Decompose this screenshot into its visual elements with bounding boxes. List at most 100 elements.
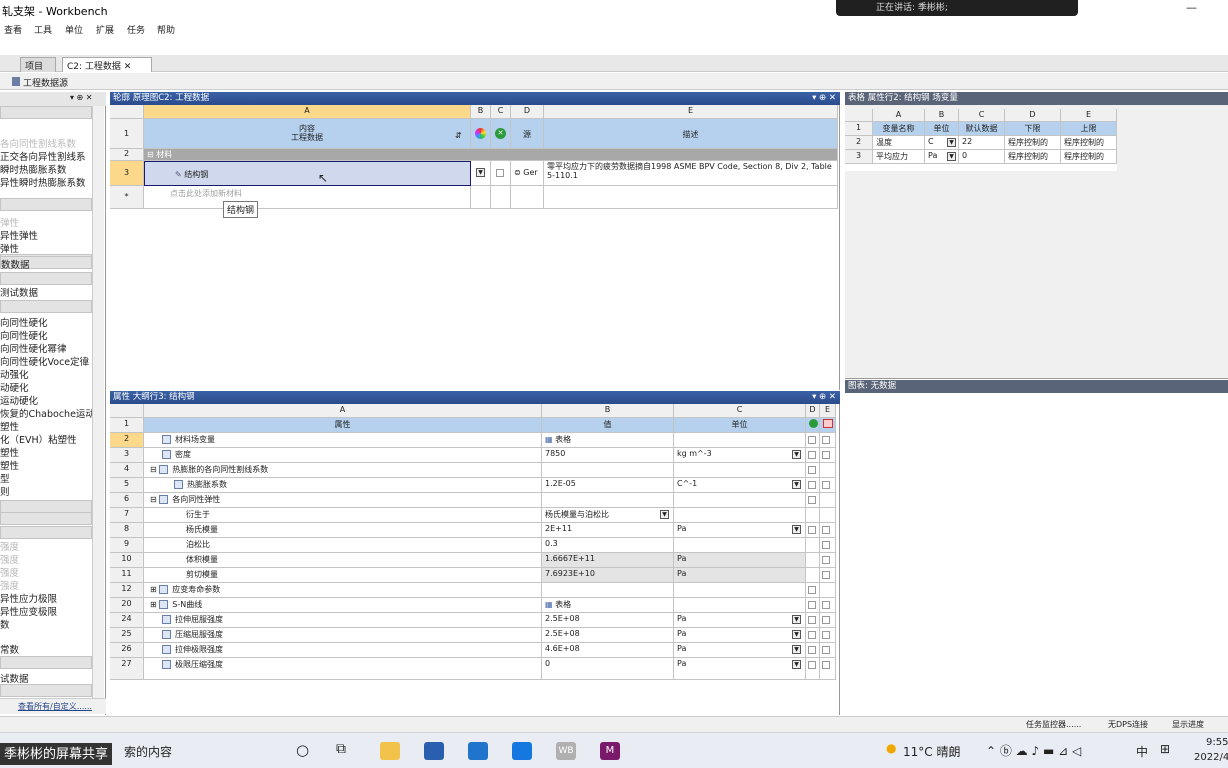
toolbox-group[interactable] [0, 512, 92, 525]
tray-icons[interactable]: ⌃ ⓑ ☁ ♪ ▬ ⊿ ◁ [986, 742, 1081, 759]
property-name-cell[interactable]: ⊟ 热膨胀的各向同性割线系数 [144, 463, 542, 478]
collapse-icon[interactable]: ⊟ [147, 150, 156, 159]
keyboard-icon[interactable]: ⊞ [1160, 742, 1170, 756]
props-col-c[interactable]: C [674, 404, 806, 418]
outline-col-c[interactable]: C [491, 105, 511, 119]
toolbox-item[interactable]: 数 [0, 617, 10, 631]
outline-title-controls[interactable]: ▾ ⊕ ✕ [812, 92, 836, 105]
unit-dropdown-icon[interactable]: ▼ [792, 480, 801, 489]
property-value-cell[interactable]: 1.6667E+11 [542, 553, 674, 568]
dropdown-icon[interactable]: ▼ [476, 168, 485, 177]
property-value-cell[interactable]: 0.3 [542, 538, 674, 553]
property-unit-cell[interactable]: Pa [674, 553, 806, 568]
table-cell[interactable]: 0 [959, 150, 1005, 164]
view-all-customize-link[interactable]: 查看所有/自定义...... [18, 701, 92, 712]
table-cell[interactable]: 程序控制的 [1061, 136, 1117, 150]
toolbox-item[interactable]: 强度 [0, 552, 19, 566]
property-unit-cell[interactable] [674, 463, 806, 478]
toolbox-item[interactable]: 向同性硬化幂律 [0, 341, 67, 355]
property-unit-cell[interactable]: Pa ▼ [674, 643, 806, 658]
property-value-cell[interactable]: 7.6923E+10 [542, 568, 674, 583]
property-checkbox[interactable] [822, 616, 830, 624]
tab-engineering-data[interactable]: C2: 工程数据 ✕ [62, 57, 152, 72]
menu-help[interactable]: 帮助 [157, 23, 175, 36]
expand-icon[interactable]: ⊟ [150, 465, 159, 474]
table-col-e[interactable]: E [1061, 109, 1117, 122]
table-cell[interactable]: 平均应力 [873, 150, 925, 164]
dps-connection-status[interactable]: 无DPS连接 [1108, 719, 1148, 730]
outline-row3-b[interactable]: ▼ [471, 161, 491, 186]
cortana-icon[interactable]: ○ [296, 741, 309, 759]
table-cell[interactable]: 程序控制的 [1005, 136, 1061, 150]
property-checkbox[interactable] [822, 436, 830, 444]
task-view-icon[interactable]: ⧉ [336, 741, 346, 757]
property-value-cell[interactable] [542, 583, 674, 598]
properties-title-controls[interactable]: ▾ ⊕ ✕ [812, 391, 836, 404]
toolbox-group[interactable] [0, 272, 92, 285]
table-cell[interactable]: Pa ▼ [925, 150, 959, 164]
toolbox-item[interactable]: 运动硬化 [0, 393, 38, 407]
toolbox-item[interactable]: 弹性 [0, 241, 19, 255]
menu-jobs[interactable]: 任务 [127, 23, 145, 36]
expand-icon[interactable]: ⊞ [150, 585, 159, 594]
property-checkbox[interactable] [822, 646, 830, 654]
property-name-cell[interactable]: 衍生于 [144, 508, 542, 523]
toolbox-group[interactable] [0, 198, 92, 211]
weather-text[interactable]: 11°C 晴朗 [903, 743, 960, 760]
property-name-cell[interactable]: 剪切模量 [144, 568, 542, 583]
property-unit-cell[interactable]: Pa ▼ [674, 613, 806, 628]
property-checkbox[interactable] [822, 601, 830, 609]
toolbox-item[interactable]: 异性瞬时热膨胀系数 [0, 175, 86, 189]
property-checkbox[interactable] [808, 496, 816, 504]
property-unit-cell[interactable] [674, 598, 806, 613]
property-checkbox[interactable] [822, 556, 830, 564]
job-monitor-button[interactable]: 任务监控器...... [1026, 719, 1081, 730]
toolbox-item[interactable]: 强度 [0, 539, 19, 553]
toolbox-item[interactable]: 向同性硬化 [0, 328, 48, 342]
property-value-cell[interactable]: 0 [542, 658, 674, 680]
toolbox-item[interactable]: 常数 [0, 642, 19, 656]
table-cell[interactable]: 程序控制的 [1061, 150, 1117, 164]
property-checkbox[interactable] [808, 466, 816, 474]
toolbox-item[interactable]: 塑性 [0, 419, 19, 433]
unit-dropdown-icon[interactable]: ▼ [792, 645, 801, 654]
toolbox-item[interactable]: 塑性 [0, 458, 19, 472]
tab-project[interactable]: 项目 [20, 57, 56, 72]
table-col-d[interactable]: D [1005, 109, 1061, 122]
property-checkbox[interactable] [822, 541, 830, 549]
outline-row3-c[interactable] [491, 161, 511, 186]
property-unit-cell[interactable] [674, 433, 806, 448]
property-value-cell[interactable]: 2.5E+08 [542, 628, 674, 643]
show-progress-button[interactable]: 显示进度 [1172, 719, 1204, 730]
property-checkbox[interactable] [822, 481, 830, 489]
toolbox-item[interactable]: 型 [0, 471, 10, 485]
toolbox-item[interactable]: 动强化 [0, 367, 29, 381]
props-col-b[interactable]: B [542, 404, 674, 418]
property-checkbox[interactable] [808, 631, 816, 639]
table-col-a[interactable]: A [873, 109, 925, 122]
property-name-cell[interactable]: 拉伸屈服强度 [144, 613, 542, 628]
property-checkbox[interactable] [822, 631, 830, 639]
toolbox-item[interactable]: 弹性 [0, 215, 19, 229]
property-checkbox[interactable] [822, 526, 830, 534]
property-name-cell[interactable]: 杨氏模量 [144, 523, 542, 538]
unit-dropdown-icon[interactable]: ▼ [947, 138, 956, 147]
clock-time[interactable]: 9:55 [1206, 737, 1228, 748]
property-value-cell[interactable] [542, 493, 674, 508]
table-cell[interactable]: 22 [959, 136, 1005, 150]
property-unit-cell[interactable]: kg m^-3 ▼ [674, 448, 806, 463]
toolbox-group[interactable] [0, 300, 92, 313]
unit-dropdown-icon[interactable]: ▼ [792, 630, 801, 639]
unit-dropdown-icon[interactable]: ▼ [792, 525, 801, 534]
outline-col-b[interactable]: B [471, 105, 491, 119]
toolbox-item[interactable]: 各向同性割线系数 [0, 136, 76, 150]
property-checkbox[interactable] [808, 436, 816, 444]
menu-units[interactable]: 单位 [65, 23, 83, 36]
property-name-cell[interactable]: ⊞ S-N曲线 [144, 598, 542, 613]
toolbox-group[interactable] [0, 656, 92, 669]
unit-dropdown-icon[interactable]: ▼ [792, 450, 801, 459]
property-name-cell[interactable]: 密度 [144, 448, 542, 463]
meeting-app-icon[interactable] [512, 742, 532, 760]
minimize-button[interactable]: — [1186, 1, 1197, 14]
menu-tools[interactable]: 工具 [34, 23, 52, 36]
